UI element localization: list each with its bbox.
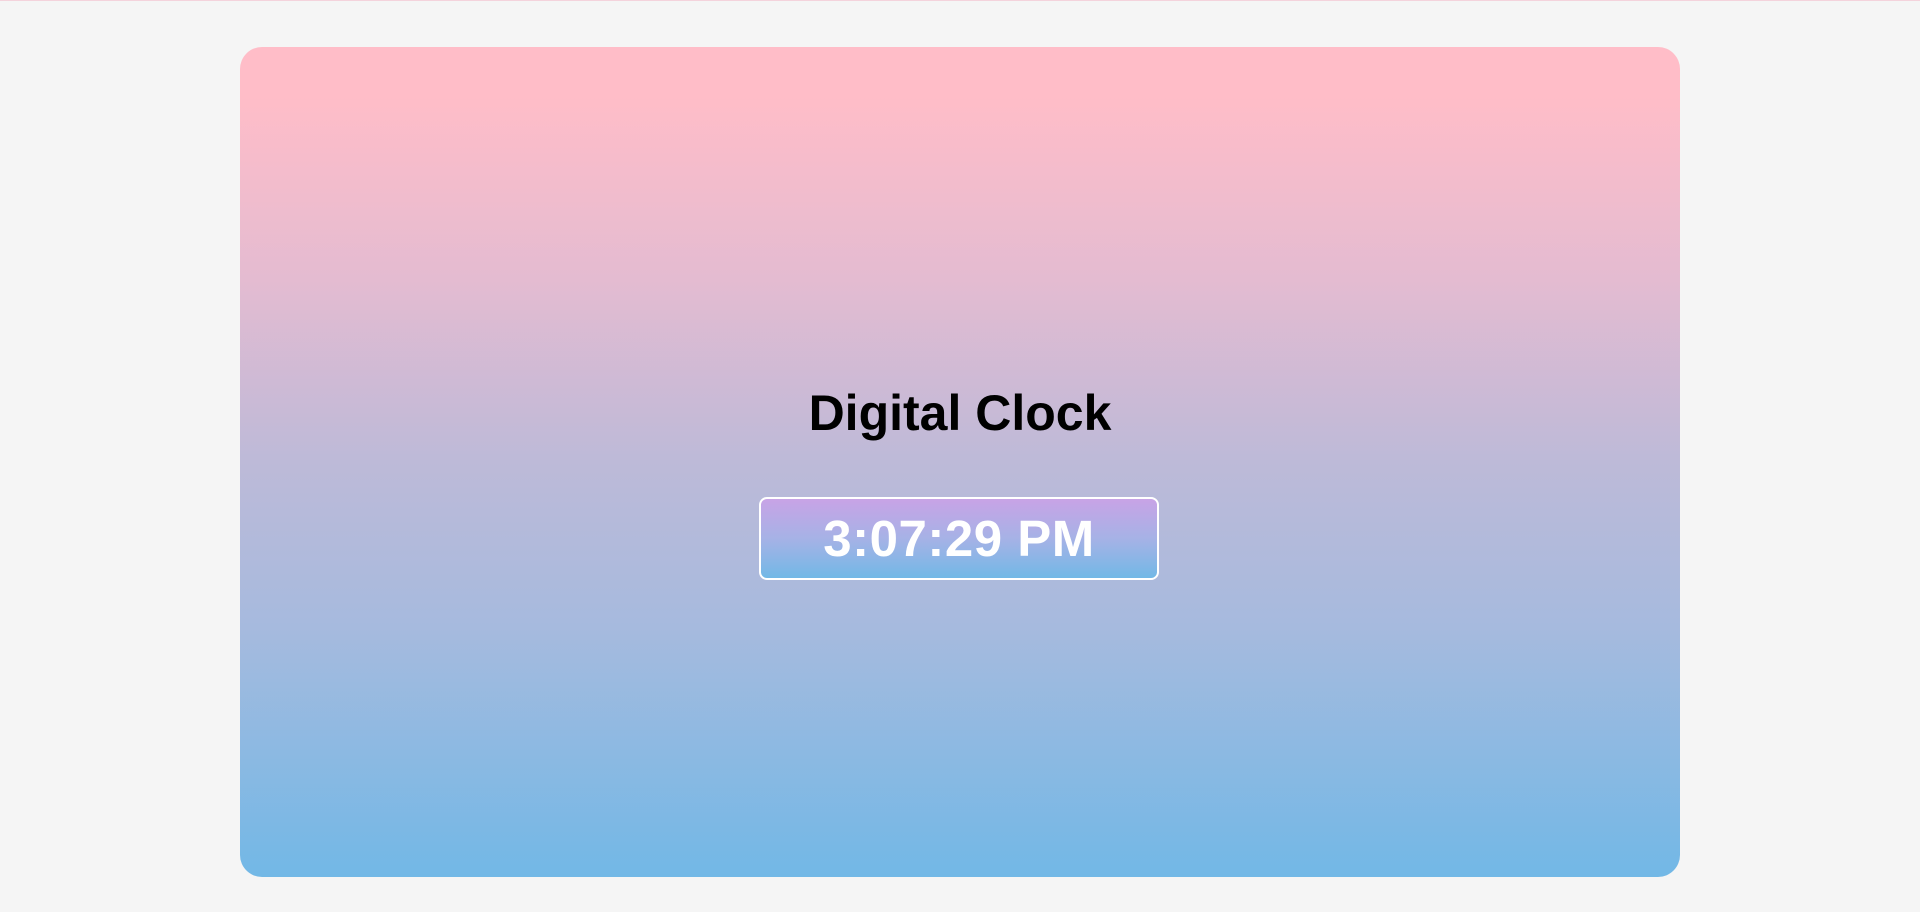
clock-card: Digital Clock 3:07:29 PM <box>240 47 1680 877</box>
clock-display: 3:07:29 PM <box>759 497 1159 580</box>
clock-time: 3:07:29 PM <box>823 510 1095 567</box>
page-title: Digital Clock <box>808 385 1112 441</box>
top-divider <box>0 0 1920 1</box>
